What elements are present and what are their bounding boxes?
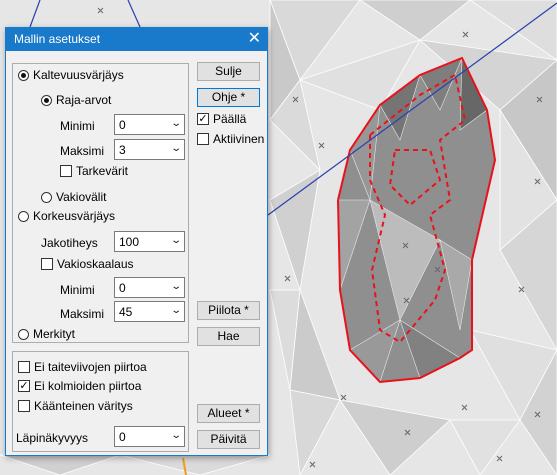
chevron-down-icon: ⌄ bbox=[169, 118, 182, 129]
elev-min-label: Minimi bbox=[60, 283, 95, 297]
checkbox-precise[interactable]: Tarkevärit bbox=[60, 164, 128, 178]
radio-slope-coloring[interactable]: Kaltevuusvärjäys bbox=[18, 68, 124, 82]
chevron-down-icon: ⌄ bbox=[169, 305, 182, 316]
select-value: 0 bbox=[119, 430, 126, 444]
slope-min-label: Minimi bbox=[60, 119, 95, 133]
radio-marked[interactable]: Merkityt bbox=[18, 327, 75, 341]
checkbox-active[interactable]: Aktiivinen bbox=[197, 132, 264, 146]
radio-elevation-coloring[interactable]: Korkeusvärjäys bbox=[18, 209, 115, 223]
radio-constant-intervals[interactable]: Vakiovälit bbox=[41, 190, 106, 204]
checkbox-constant-scale[interactable]: Vakioskaalaus bbox=[41, 257, 134, 271]
slope-max-label: Maksimi bbox=[60, 144, 104, 158]
radio-limits[interactable]: Raja-arvot bbox=[41, 93, 111, 107]
checkbox-reverse[interactable]: Käänteinen väritys bbox=[18, 399, 133, 413]
checkbox-icon bbox=[18, 361, 30, 373]
select-value: 0 bbox=[119, 281, 126, 295]
checkbox-label: Päällä bbox=[213, 112, 247, 126]
interval-label: Jakotiheys bbox=[41, 236, 98, 250]
checkbox-label: Tarkevärit bbox=[76, 164, 129, 178]
settings-dialog: Mallin asetukset ✕ Kaltevuusvärjäys Raja… bbox=[5, 27, 268, 456]
select-value: 0 bbox=[119, 118, 126, 132]
hide-button[interactable]: Piilota * bbox=[197, 301, 260, 320]
elev-max-select[interactable]: 45 ⌄ bbox=[114, 301, 185, 322]
checkbox-label: Ei kolmioiden piirtoa bbox=[34, 379, 142, 393]
select-value: 100 bbox=[119, 235, 140, 249]
checkbox-label: Ei taiteviivojen piirtoa bbox=[34, 360, 147, 374]
radio-icon bbox=[18, 210, 29, 222]
chevron-down-icon: ⌄ bbox=[169, 430, 182, 441]
radio-label: Kaltevuusvärjäys bbox=[33, 68, 124, 82]
elev-max-label: Maksimi bbox=[60, 307, 104, 321]
opacity-label: Läpinäkyvyys bbox=[16, 431, 89, 445]
checkbox-no-breaklines[interactable]: Ei taiteviivojen piirtoa bbox=[18, 360, 147, 374]
radio-label: Korkeusvärjäys bbox=[33, 209, 116, 223]
radio-icon bbox=[18, 328, 29, 340]
checkbox-on[interactable]: ✓ Päällä bbox=[197, 112, 246, 126]
close-button[interactable]: Sulje bbox=[197, 62, 260, 81]
opacity-select[interactable]: 0 ⌄ bbox=[114, 426, 185, 447]
select-value: 45 bbox=[119, 305, 133, 319]
checkbox-icon bbox=[41, 258, 53, 270]
checkbox-label: Vakioskaalaus bbox=[57, 257, 134, 271]
areas-button[interactable]: Alueet * bbox=[197, 404, 260, 423]
dialog-title: Mallin asetukset bbox=[14, 32, 101, 46]
radio-icon bbox=[41, 191, 52, 203]
help-button[interactable]: Ohje * bbox=[197, 88, 260, 107]
radio-label: Raja-arvot bbox=[56, 93, 112, 107]
radio-label: Vakiovälit bbox=[56, 190, 107, 204]
checkbox-icon bbox=[60, 165, 72, 177]
titlebar[interactable]: Mallin asetukset ✕ bbox=[6, 28, 267, 51]
checkmark-icon: ✓ bbox=[197, 113, 209, 125]
checkbox-icon bbox=[197, 133, 209, 145]
fetch-button[interactable]: Hae bbox=[197, 327, 260, 346]
update-button[interactable]: Päivitä bbox=[197, 430, 260, 449]
slope-min-select[interactable]: 0 ⌄ bbox=[114, 114, 185, 135]
interval-select[interactable]: 100 ⌄ bbox=[114, 231, 185, 252]
checkbox-icon bbox=[18, 400, 30, 412]
elev-min-select[interactable]: 0 ⌄ bbox=[114, 277, 185, 298]
select-value: 3 bbox=[119, 143, 126, 157]
checkbox-label: Käänteinen väritys bbox=[34, 399, 133, 413]
radio-label: Merkityt bbox=[33, 327, 75, 341]
checkbox-no-triangles[interactable]: ✓ Ei kolmioiden piirtoa bbox=[18, 379, 141, 393]
close-icon[interactable]: ✕ bbox=[248, 29, 261, 49]
checkmark-icon: ✓ bbox=[18, 380, 30, 392]
chevron-down-icon: ⌄ bbox=[169, 235, 182, 246]
chevron-down-icon: ⌄ bbox=[169, 143, 182, 154]
checkbox-label: Aktiivinen bbox=[213, 132, 265, 146]
radio-icon-selected bbox=[41, 94, 52, 106]
radio-icon-selected bbox=[18, 69, 29, 81]
slope-max-select[interactable]: 3 ⌄ bbox=[114, 139, 185, 160]
chevron-down-icon: ⌄ bbox=[169, 281, 182, 292]
